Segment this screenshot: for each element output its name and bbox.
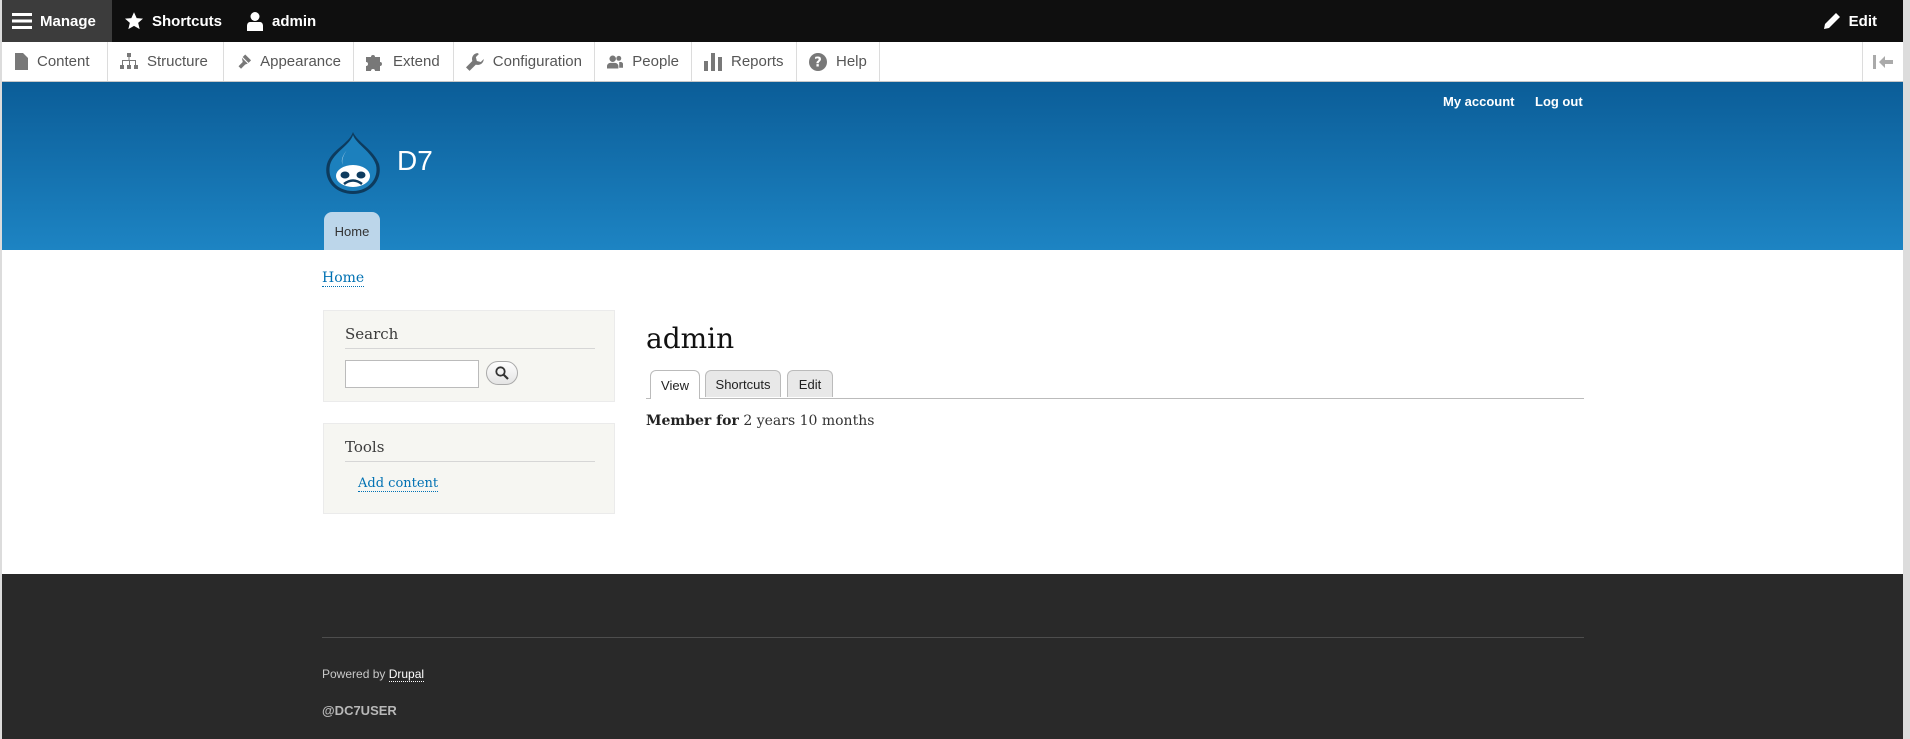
star-icon xyxy=(125,12,143,30)
help-icon: ? xyxy=(809,52,827,71)
svg-text:?: ? xyxy=(814,55,822,70)
wrench-icon xyxy=(466,52,484,71)
member-for-value: 2 years 10 months xyxy=(743,413,875,429)
tab-shortcuts[interactable]: Shortcuts xyxy=(705,370,781,397)
main-menu-home[interactable]: Home xyxy=(324,212,380,250)
member-for-label: Member for xyxy=(646,413,739,429)
tray-item-label: People xyxy=(632,53,679,70)
tray-item-structure[interactable]: Structure xyxy=(108,42,224,81)
drupal-link[interactable]: Drupal xyxy=(388,667,425,682)
puzzle-icon xyxy=(366,54,382,71)
arrow-left-icon xyxy=(1873,54,1893,69)
site-footer: Powered by Drupal @DC7USER xyxy=(2,574,1903,739)
shortcuts-tab[interactable]: Shortcuts xyxy=(112,0,234,42)
search-button[interactable] xyxy=(486,361,518,385)
tray-item-people[interactable]: People xyxy=(595,42,692,81)
tray-item-label: Structure xyxy=(147,53,208,70)
hamburger-menu-icon xyxy=(12,13,32,29)
shortcuts-label: Shortcuts xyxy=(152,12,223,30)
manage-label: Manage xyxy=(40,12,96,30)
sitemap-icon xyxy=(120,53,138,69)
local-tasks-tabs: View Shortcuts Edit xyxy=(646,368,1584,399)
powered-by: Powered by Drupal xyxy=(322,667,425,682)
search-input[interactable] xyxy=(345,360,479,388)
tray-item-configuration[interactable]: Configuration xyxy=(454,42,595,81)
tray-item-appearance[interactable]: Appearance xyxy=(224,42,354,81)
tab-edit[interactable]: Edit xyxy=(787,370,833,397)
admin-toolbar: Manage Shortcuts admin Edit xyxy=(2,0,1903,42)
add-content-link[interactable]: Add content xyxy=(358,476,439,492)
site-name[interactable]: D7 xyxy=(397,145,433,177)
user-icon xyxy=(247,12,263,31)
site-header: My account Log out D7 Home xyxy=(2,82,1903,250)
member-for-field: Member for 2 years 10 months xyxy=(646,413,874,429)
user-tab[interactable]: admin xyxy=(234,0,328,42)
my-account-link[interactable]: My account xyxy=(1443,94,1515,109)
tray-item-reports[interactable]: Reports xyxy=(692,42,797,81)
tray-item-label: Appearance xyxy=(260,53,341,70)
edit-mode-button[interactable]: Edit xyxy=(1811,0,1889,42)
edit-label: Edit xyxy=(1848,12,1877,30)
pencil-icon xyxy=(1823,13,1840,29)
page-title: admin xyxy=(646,322,735,355)
tray-item-label: Configuration xyxy=(492,53,582,70)
drupal-logo[interactable] xyxy=(322,132,384,196)
powered-by-text: Powered by xyxy=(322,667,386,681)
tray-item-label: Help xyxy=(836,53,867,70)
manage-tab[interactable]: Manage xyxy=(2,0,112,42)
admin-menu-tray: Content Structure Appearance Extend Conf… xyxy=(2,42,1903,82)
breadcrumb-home[interactable]: Home xyxy=(322,270,365,287)
tools-block: Tools Add content xyxy=(323,423,615,514)
tray-orientation-toggle[interactable] xyxy=(1862,42,1903,81)
tray-item-label: Content xyxy=(37,53,90,70)
bar-chart-icon xyxy=(704,52,722,71)
tray-item-content[interactable]: Content xyxy=(2,42,108,81)
tray-item-extend[interactable]: Extend xyxy=(354,42,454,81)
file-icon xyxy=(15,53,28,70)
search-icon xyxy=(495,366,509,380)
tray-item-help[interactable]: ? Help xyxy=(797,42,880,81)
tab-view[interactable]: View xyxy=(650,370,700,399)
tools-block-title: Tools xyxy=(345,438,595,462)
log-out-link[interactable]: Log out xyxy=(1535,94,1583,109)
browser-viewport: Manage Shortcuts admin Edit Content Stru… xyxy=(2,0,1903,739)
search-block-title: Search xyxy=(345,325,595,349)
footer-handle: @DC7USER xyxy=(322,703,397,718)
search-block: Search xyxy=(323,310,615,402)
tray-item-label: Reports xyxy=(731,53,784,70)
footer-divider xyxy=(322,637,1584,638)
people-icon xyxy=(607,54,624,69)
paintbrush-icon xyxy=(238,53,252,69)
user-label: admin xyxy=(272,12,317,30)
tray-item-label: Extend xyxy=(393,53,440,70)
